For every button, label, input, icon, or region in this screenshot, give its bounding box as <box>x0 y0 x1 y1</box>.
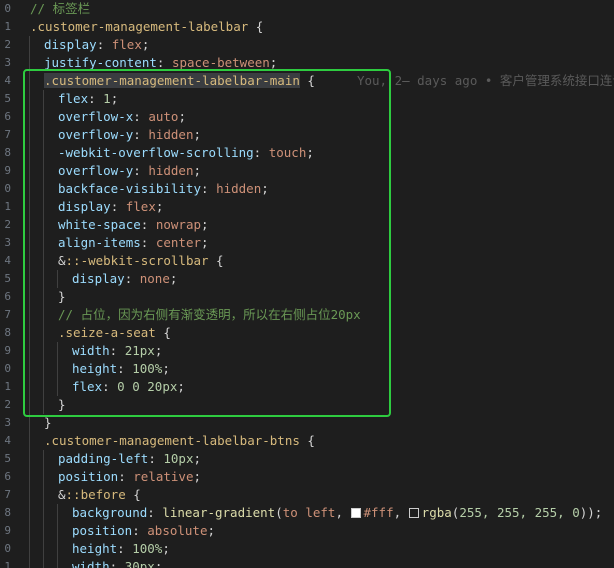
line-number: 0 <box>4 362 11 375</box>
line-number: 6 <box>4 110 11 123</box>
property: padding-left <box>58 451 149 466</box>
code-line: position: absolute; <box>72 523 216 538</box>
value: to left <box>282 505 336 520</box>
indent-guide <box>43 450 44 568</box>
brace: { <box>248 19 264 34</box>
line-number: 1 <box>4 560 11 568</box>
line-number: 9 <box>4 524 11 537</box>
line-number: 1 <box>4 200 11 213</box>
line-number: 8 <box>4 506 11 519</box>
line-number: 5 <box>4 92 11 105</box>
closing-brace: } <box>44 415 52 430</box>
code-line: height: 100%; <box>72 541 170 556</box>
line-number-gutter: 0 1 2 3 4 5 6 7 8 9 0 1 2 3 4 5 6 7 8 9 … <box>0 0 18 568</box>
property: background <box>72 505 148 520</box>
line-number: 5 <box>4 272 11 285</box>
property: width <box>72 559 110 568</box>
line-number: 5 <box>4 452 11 465</box>
line-number: 0 <box>4 182 11 195</box>
function-name: linear-gradient <box>162 505 276 520</box>
nesting-ampersand: & <box>58 487 66 502</box>
line-number: 6 <box>4 290 11 303</box>
line-number: 6 <box>4 470 11 483</box>
property: display <box>44 37 97 52</box>
line-number: 9 <box>4 344 11 357</box>
line-number: 4 <box>4 74 11 87</box>
line-number: 3 <box>4 416 11 429</box>
line-number: 1 <box>4 380 11 393</box>
code-editor[interactable]: 0 1 2 3 4 5 6 7 8 9 0 1 2 3 4 5 6 7 8 9 … <box>0 0 614 568</box>
code-line: background: linear-gradient(to left, #ff… <box>72 505 603 520</box>
indent-guide <box>57 504 58 568</box>
value: space-between <box>171 55 270 70</box>
annotation-highlight-box <box>23 69 391 417</box>
value: flex <box>111 37 142 52</box>
color-swatch-icon[interactable] <box>350 508 361 518</box>
code-line: .customer-management-labelbar { <box>30 18 263 36</box>
line-number: 7 <box>4 128 11 141</box>
git-blame-annotation: You, 2̶ days ago • 客户管理系统接口连调, <box>356 73 614 88</box>
comment: // 标签栏 <box>30 1 91 16</box>
code-line: padding-left: 10px; <box>58 451 202 466</box>
code-line: display: flex; <box>44 37 150 52</box>
line-number: 3 <box>4 236 11 249</box>
value: relative <box>133 469 194 484</box>
line-number: 7 <box>4 308 11 321</box>
color-swatch-icon[interactable] <box>408 508 419 518</box>
line-number: 0 <box>4 542 11 555</box>
line-number: 9 <box>4 164 11 177</box>
code-line: &::before { <box>58 486 141 504</box>
color-value: #fff <box>363 505 394 520</box>
line-number: 2 <box>4 218 11 231</box>
property: justify-content <box>44 55 157 70</box>
line-number: 2 <box>4 398 11 411</box>
line-number: 3 <box>4 56 11 69</box>
line-number: 4 <box>4 254 11 267</box>
code-line: position: relative; <box>58 469 202 484</box>
value: absolute <box>147 523 208 538</box>
property: height <box>72 541 118 556</box>
function-name: rgba <box>421 505 452 520</box>
code-line: .customer-management-labelbar-btns { <box>44 432 315 450</box>
line-number: 8 <box>4 146 11 159</box>
value: 30px <box>124 559 155 568</box>
line-number: 8 <box>4 326 11 339</box>
property: position <box>72 523 133 538</box>
selector: .customer-management-labelbar-btns <box>44 433 300 448</box>
line-number: 2 <box>4 38 11 51</box>
line-number: 0 <box>4 2 11 15</box>
line-number: 4 <box>4 434 11 447</box>
code-line: width: 30px; <box>72 558 162 568</box>
value: 10px <box>163 451 194 466</box>
line-number: 1 <box>4 20 11 33</box>
code-line: // 标签栏 <box>30 0 90 18</box>
brace: { <box>125 487 141 502</box>
value: 100% <box>132 541 163 556</box>
property: position <box>58 469 119 484</box>
pseudo-selector: ::before <box>65 487 126 502</box>
value: 255, 255, 255, 0 <box>459 505 580 520</box>
line-number: 7 <box>4 488 11 501</box>
selector: .customer-management-labelbar <box>30 19 249 34</box>
brace: { <box>299 433 315 448</box>
